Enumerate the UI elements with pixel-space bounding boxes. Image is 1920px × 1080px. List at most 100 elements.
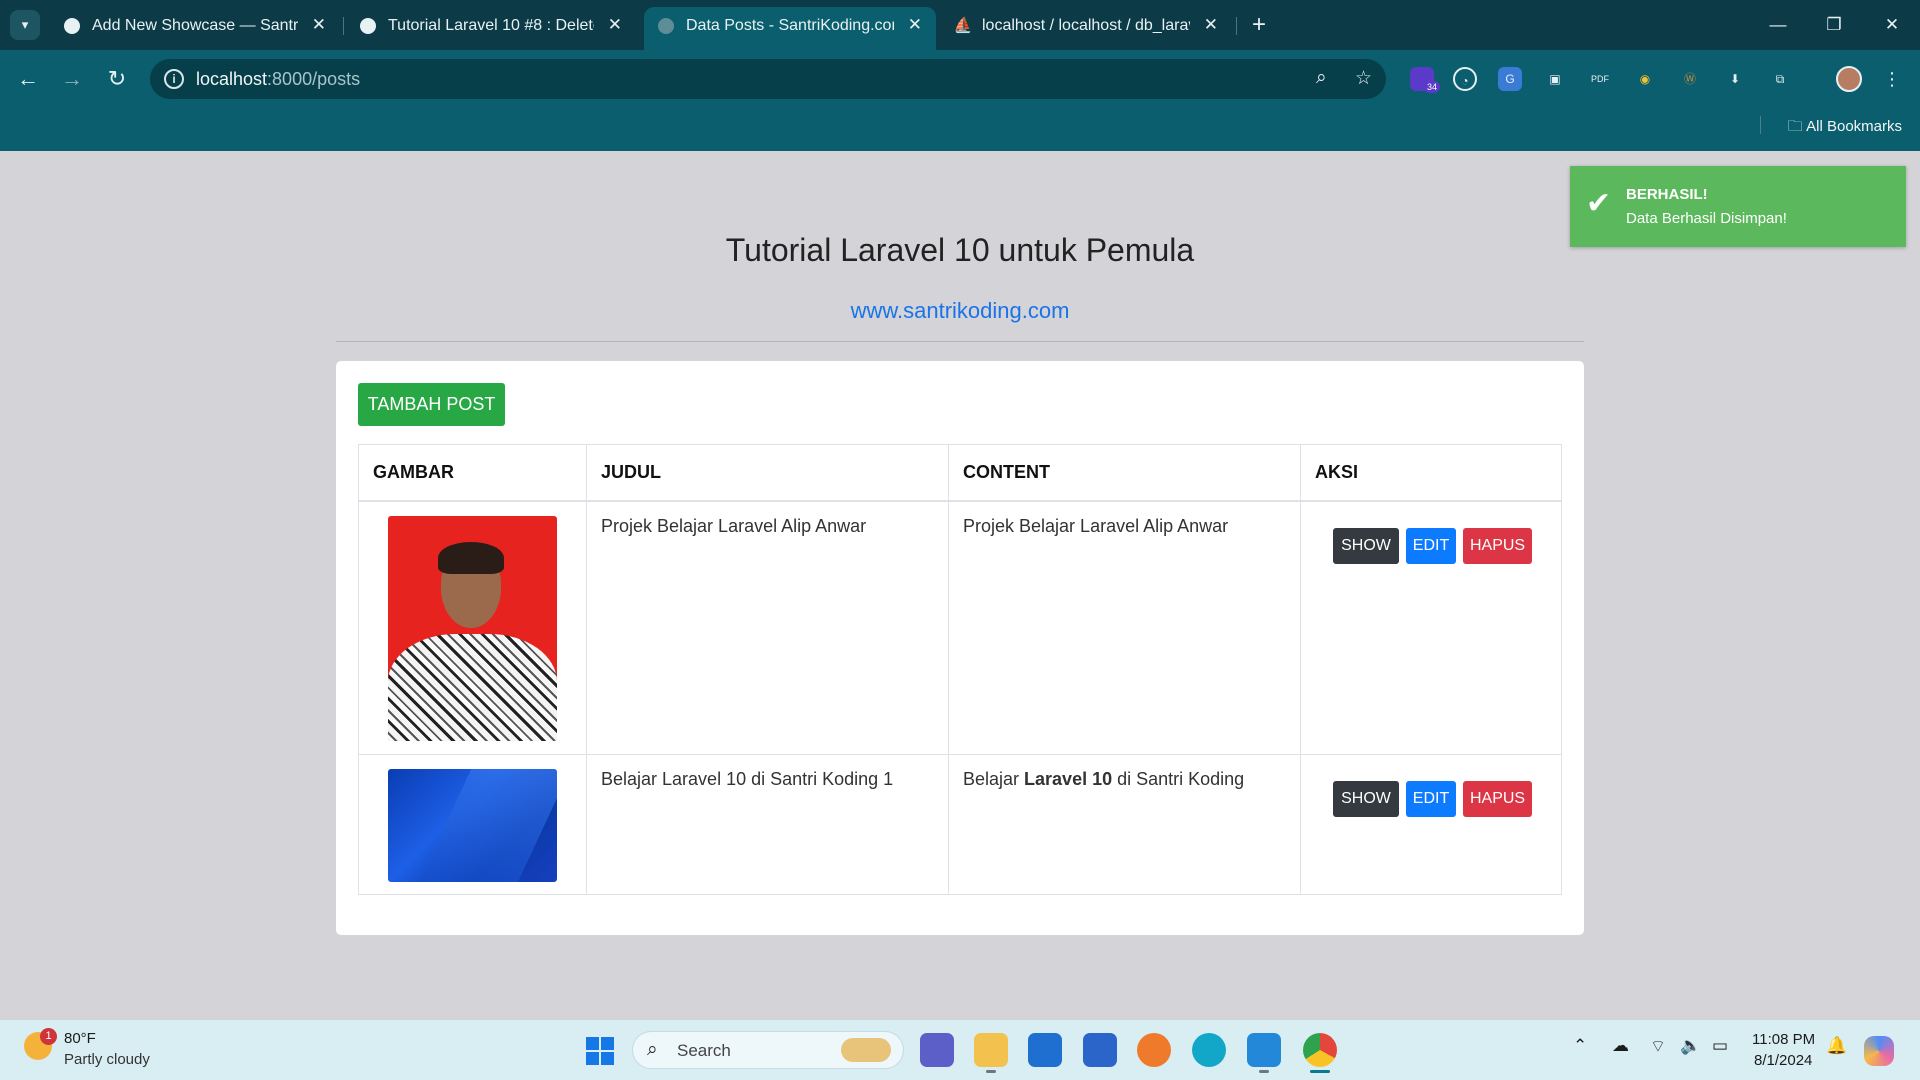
back-arrow-icon[interactable]: ← (12, 64, 44, 94)
globe-favicon-icon (658, 18, 674, 34)
edit-button[interactable]: EDIT (1406, 781, 1457, 817)
extension-wordpress-icon[interactable]: Ⓦ (1678, 67, 1702, 91)
tab-title: localhost / localhost / db_larave (982, 17, 1190, 34)
file-explorer-icon[interactable] (974, 1033, 1008, 1067)
cell-judul: Projek Belajar Laravel Alip Anwar (586, 500, 949, 755)
extension-download-icon[interactable]: ⬇ (1723, 67, 1747, 91)
minimize-window-icon[interactable]: — (1758, 10, 1798, 40)
search-icon: ⌕ (647, 1039, 658, 1060)
content-text-end: di Santri Koding (1112, 769, 1245, 789)
url-host: localhost (196, 69, 268, 89)
edit-button[interactable]: EDIT (1406, 527, 1457, 564)
tab-title: Data Posts - SantriKoding.com (686, 17, 894, 34)
forward-arrow-icon[interactable]: → (56, 64, 88, 94)
volume-icon[interactable]: 🔈 (1680, 1036, 1701, 1056)
weather-alert-badge: 1 (40, 1028, 57, 1045)
weather-description[interactable]: Partly cloudy (64, 1051, 150, 1068)
all-bookmarks-button[interactable]: 🗀 All Bookmarks (1788, 116, 1902, 141)
extensions-puzzle-icon[interactable]: ⧉ (1768, 67, 1792, 91)
teams-app-icon[interactable] (920, 1033, 954, 1067)
site-info-icon[interactable]: i (164, 69, 184, 89)
header-content: CONTENT (948, 444, 1301, 502)
running-indicator (1259, 1070, 1269, 1073)
firefox-icon[interactable] (1137, 1033, 1171, 1067)
photo-shirt (388, 633, 557, 741)
reload-icon[interactable]: ↻ (101, 64, 133, 94)
extension-badge: 34 (1424, 81, 1441, 93)
posts-table: GAMBAR JUDUL CONTENT AKSI Projek Belajar… (358, 444, 1562, 895)
extension-camera-icon[interactable]: ▣ (1543, 67, 1567, 91)
tab-close-icon[interactable]: ✕ (1204, 15, 1218, 35)
add-post-button[interactable]: TAMBAH POST (358, 383, 505, 426)
new-tab-button[interactable]: + (1244, 10, 1274, 40)
extension-hat-icon[interactable]: 34 (1410, 67, 1441, 93)
tab-phpmyadmin[interactable]: ⛵ localhost / localhost / db_larave ✕ (940, 7, 1232, 50)
show-button[interactable]: SHOW (1333, 527, 1399, 564)
windows-start-icon[interactable] (586, 1037, 614, 1065)
photo-hair (438, 541, 504, 574)
edge-icon[interactable] (1192, 1033, 1226, 1067)
close-window-icon[interactable]: ✕ (1872, 10, 1912, 40)
mail-app-icon[interactable] (1028, 1033, 1062, 1067)
address-url: localhost:8000/posts (196, 69, 360, 90)
post-image-portrait (388, 515, 557, 741)
taskbar-search-box[interactable]: ⌕ Search (632, 1031, 904, 1069)
page-divider (336, 341, 1584, 342)
extension-translate-icon[interactable]: G (1498, 67, 1522, 91)
wifi-icon[interactable]: ⌔ (1650, 1036, 1666, 1057)
tab-add-new-showcase[interactable]: Add New Showcase — SantriKo ✕ (50, 7, 340, 50)
extension-speed-icon[interactable]: ◔ (1453, 67, 1477, 91)
extension-pdf-icon[interactable]: PDF (1588, 67, 1612, 91)
folder-icon: 🗀 (1787, 118, 1803, 135)
tab-title: Tutorial Laravel 10 #8 : Delete D (388, 17, 594, 34)
microsoft-store-icon[interactable] (1083, 1033, 1117, 1067)
weather-temperature[interactable]: 80°F (64, 1030, 96, 1047)
content-text: Projek Belajar Laravel Alip Anwar (963, 515, 1229, 536)
github-favicon-icon (64, 18, 80, 34)
cell-actions: SHOW EDIT HAPUS (1300, 500, 1562, 755)
cell-image (358, 754, 587, 895)
tab-divider (343, 17, 344, 35)
zoom-icon[interactable]: ⌕ (1316, 67, 1327, 89)
active-indicator (1310, 1070, 1330, 1073)
table-header-row: GAMBAR JUDUL CONTENT AKSI (358, 444, 1562, 502)
running-indicator (986, 1070, 996, 1073)
address-bar[interactable]: i localhost:8000/posts ⌕ ☆ (150, 59, 1386, 99)
cell-content: Belajar Laravel 10 di Santri Koding (948, 754, 1301, 895)
site-link[interactable]: www.santrikoding.com (0, 298, 1920, 324)
content-bold: Laravel 10 (1024, 769, 1113, 789)
profile-avatar[interactable] (1836, 66, 1862, 92)
success-toast[interactable]: ✔ BERHASIL! Data Berhasil Disimpan! (1570, 166, 1906, 247)
tab-data-posts[interactable]: Data Posts - SantriKoding.com ✕ (644, 7, 936, 50)
bookmark-star-icon[interactable]: ☆ (1355, 67, 1372, 90)
browser-tab-bar: ▾ Add New Showcase — SantriKo ✕ Tutorial… (0, 0, 1920, 50)
extension-eye-icon[interactable]: ◉ (1633, 67, 1657, 91)
table-row: Belajar Laravel 10 di Santri Koding 1 Be… (358, 754, 1562, 895)
restore-window-icon[interactable]: ❐ (1814, 10, 1854, 40)
cell-actions: SHOW EDIT HAPUS (1300, 754, 1562, 895)
tab-tutorial-laravel-delete[interactable]: Tutorial Laravel 10 #8 : Delete D ✕ (346, 7, 636, 50)
battery-icon[interactable]: ▭ (1712, 1036, 1728, 1056)
chrome-icon[interactable] (1303, 1033, 1337, 1067)
copilot-icon[interactable] (1864, 1036, 1894, 1066)
tab-close-icon[interactable]: ✕ (608, 15, 622, 35)
phpmyadmin-favicon-icon: ⛵ (953, 17, 973, 34)
delete-button[interactable]: HAPUS (1463, 781, 1533, 817)
post-image-blue-abstract (388, 769, 557, 882)
show-button[interactable]: SHOW (1333, 781, 1399, 817)
delete-button[interactable]: HAPUS (1463, 527, 1533, 564)
chevron-up-icon[interactable]: ⌃ (1573, 1036, 1587, 1056)
clock-time[interactable]: 11:08 PM (1752, 1031, 1815, 1048)
tab-search-menu-button[interactable]: ▾ (10, 10, 40, 40)
tab-close-icon[interactable]: ✕ (312, 15, 326, 35)
cloud-sync-icon[interactable]: ☁ (1612, 1036, 1629, 1056)
cell-content: Projek Belajar Laravel Alip Anwar (948, 500, 1301, 755)
browser-menu-icon[interactable]: ⋮ (1880, 67, 1904, 91)
url-path: :8000/posts (267, 69, 361, 89)
windows-taskbar (0, 1020, 1920, 1080)
notification-bell-icon[interactable]: 🔔 (1826, 1036, 1847, 1056)
tab-divider (1236, 17, 1237, 35)
clock-date[interactable]: 8/1/2024 (1754, 1052, 1812, 1069)
vscode-icon[interactable] (1247, 1033, 1281, 1067)
tab-close-icon[interactable]: ✕ (908, 15, 922, 35)
